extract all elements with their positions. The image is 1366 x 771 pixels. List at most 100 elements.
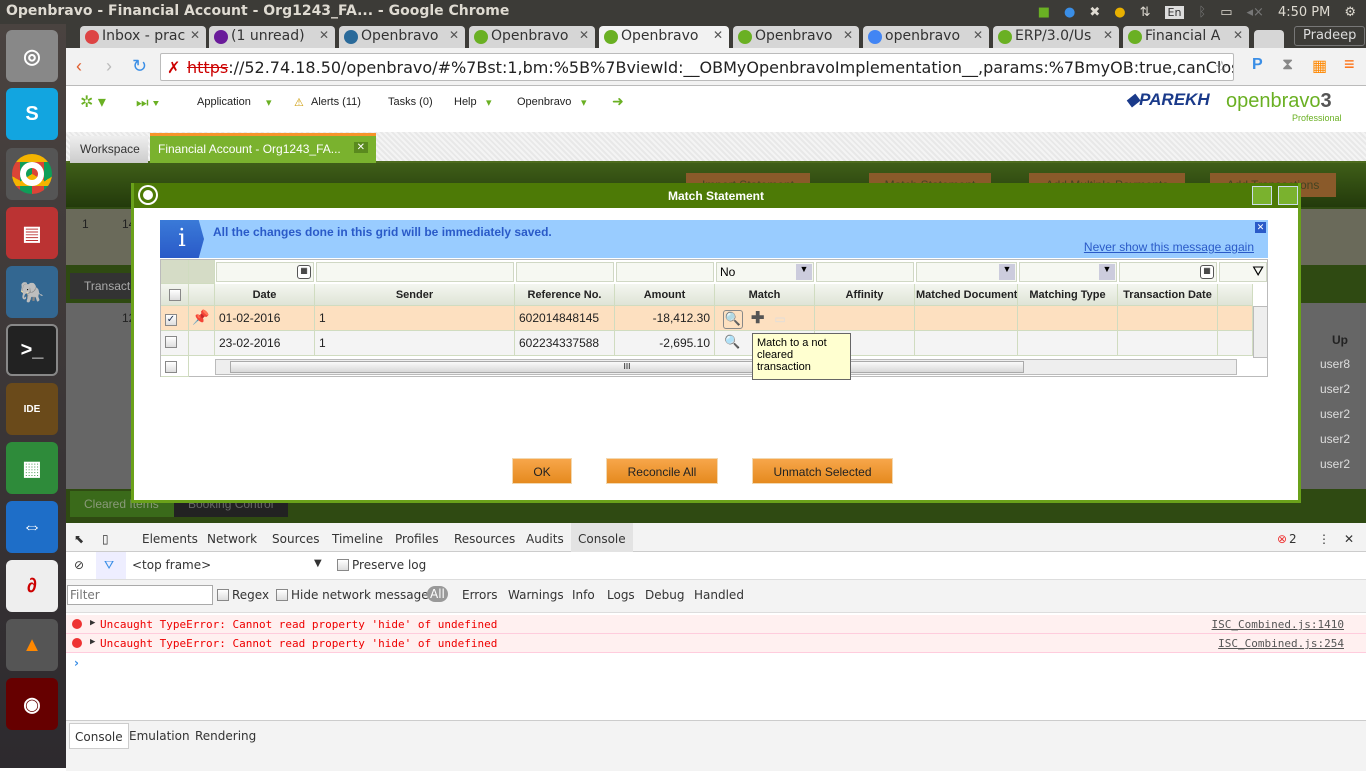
document-viewer-icon[interactable]: ∂ [6,560,58,612]
terminal-icon[interactable]: >_ [6,324,58,376]
reference-filter-input[interactable] [516,262,614,282]
bluetooth-icon[interactable]: ᛒ [1198,5,1206,20]
column-header-matching-type[interactable]: Matching Type [1018,284,1118,306]
scrollbar-thumb[interactable]: III [230,361,1024,373]
app-icon[interactable]: ◉ [6,678,58,730]
close-icon[interactable]: ✕ [449,28,459,42]
power-icon[interactable]: ⚙ [1344,5,1356,20]
browser-tab[interactable]: Openbravo ✕ [733,26,859,48]
calendar-icon[interactable]: ▦ [297,265,311,279]
reload-icon[interactable]: ↻ [132,56,147,77]
regex-checkbox[interactable] [217,589,229,604]
drawer-tab-rendering[interactable]: Rendering [195,729,256,743]
close-icon[interactable]: ✕ [843,28,853,42]
close-icon[interactable]: ✕ [713,28,723,42]
ubuntu-dash-icon[interactable]: ◎ [6,30,58,82]
expand-triangle-icon[interactable]: ▶ [90,618,95,628]
context-select[interactable]: <top frame> [132,558,211,572]
more-options-icon[interactable]: ⋮ [1318,532,1330,546]
help-menu[interactable]: Help [454,96,477,108]
clear-console-icon[interactable]: ⊘ [74,558,84,572]
close-icon[interactable]: ✕ [319,28,329,42]
chrome-launcher-icon[interactable] [6,148,58,200]
tab-financial-account[interactable]: Financial Account - Org1243_FA... ✕ [150,133,376,163]
ok-button[interactable]: OK [512,458,572,484]
quick-launch-icon[interactable]: ✲ ▾ [80,92,106,112]
recent-views-icon[interactable]: ⏭ ▾ [136,94,159,111]
row-checkbox-cell[interactable] [161,356,189,377]
search-match-icon[interactable]: 🔍 [723,310,743,329]
files-icon[interactable]: ▤ [6,207,58,259]
column-header-transaction-date[interactable]: Transaction Date [1118,284,1218,306]
maximize-button[interactable] [1278,186,1298,205]
level-handled[interactable]: Handled [694,588,744,602]
source-link[interactable]: ISC_Combined.js:1410 [1212,618,1344,631]
back-icon[interactable]: ‹ [76,56,82,77]
extension-p-icon[interactable]: P [1252,56,1263,74]
chevron-down-icon[interactable]: ▼ [1099,264,1115,280]
hide-network-checkbox[interactable] [276,589,288,604]
chevron-down-icon[interactable]: ▼ [796,264,812,280]
close-icon[interactable]: ✕ [973,28,983,42]
unmatch-selected-button[interactable]: Unmatch Selected [752,458,893,484]
funnel-icon[interactable]: ⛛ [1252,263,1264,280]
column-header-date[interactable]: Date [215,284,315,306]
url-input[interactable]: ✗ https://52.74.18.50/openbravo/#%7Bst:1,… [160,53,1234,81]
calc-icon[interactable]: ▦ [6,442,58,494]
pgadmin-icon[interactable]: 🐘 [6,266,58,318]
level-errors[interactable]: Errors [462,588,498,602]
browser-tab-active[interactable]: Openbravo ✕ [599,26,729,48]
never-show-link[interactable]: Never show this message again [1084,240,1254,254]
browser-tab[interactable]: Financial A ✕ [1123,26,1249,48]
chrome-icon[interactable]: ● [1114,5,1125,20]
sender-filter-input[interactable] [316,262,514,282]
application-menu[interactable]: Application [197,96,251,108]
level-info[interactable]: Info [572,588,595,602]
network-icon[interactable]: ⇅ [1140,5,1151,20]
close-icon[interactable]: ✕ [190,28,200,42]
teamviewer-icon[interactable]: ⇔ [6,501,58,553]
close-icon[interactable]: ✕ [353,142,368,153]
preserve-log-checkbox[interactable] [337,559,349,574]
level-logs[interactable]: Logs [607,588,635,602]
close-icon[interactable]: ✕ [1103,28,1113,42]
filter-input[interactable] [67,585,213,605]
close-icon[interactable]: ✕ [1233,28,1243,42]
add-transaction-icon[interactable]: ✚ [751,310,764,327]
alerts-link[interactable]: Alerts (11) [311,96,361,108]
select-all-checkbox-cell[interactable] [161,284,189,306]
tab-resources[interactable]: Resources [454,532,515,546]
console-error-message[interactable]: ▶ Uncaught TypeError: Cannot read propert… [66,615,1366,634]
row-checkbox[interactable] [165,336,177,348]
user-menu[interactable]: Openbravo [517,96,571,108]
source-link[interactable]: ISC_Combined.js:254 [1218,637,1344,650]
row-checkbox-cell[interactable] [161,331,189,356]
date-filter-input[interactable]: ▦ [216,262,314,282]
filter-icon[interactable]: ⛛ [96,552,126,579]
drawer-tab-console[interactable]: Console [69,723,129,749]
affinity-filter-input[interactable] [816,262,914,282]
evernote-icon[interactable]: ■ [1038,5,1050,20]
extension-timer-icon[interactable]: ⧗ [1282,56,1293,74]
vlc-icon[interactable]: ▲ [6,619,58,671]
volume-icon[interactable]: ◂× [1247,5,1264,20]
tasks-link[interactable]: Tasks (0) [388,96,433,108]
extension-icon[interactable]: ▦ [1312,56,1327,76]
error-icon[interactable]: ⊗ [1277,532,1287,546]
column-header-matched-document[interactable]: Matched Document [915,284,1018,306]
battery-icon[interactable]: ▭ [1220,5,1232,20]
browser-tab[interactable]: openbravo ✕ [863,26,989,48]
eclipse-icon[interactable]: IDE [6,383,58,435]
close-icon[interactable]: ✕ [1255,222,1266,233]
match-filter-select[interactable]: No ▼ [716,262,814,282]
forward-icon[interactable]: › [106,56,112,77]
matched-document-filter[interactable]: ▼ [916,262,1017,282]
tab-timeline[interactable]: Timeline [332,532,383,546]
reconcile-all-button[interactable]: Reconcile All [606,458,718,484]
dropbox-icon[interactable]: ✖ [1089,5,1100,20]
close-icon[interactable]: ✕ [1344,532,1354,546]
device-mode-icon[interactable]: ▯ [102,532,109,546]
level-all[interactable]: All [427,586,448,602]
tab-profiles[interactable]: Profiles [395,532,439,546]
tab-console[interactable]: Console [571,523,633,552]
